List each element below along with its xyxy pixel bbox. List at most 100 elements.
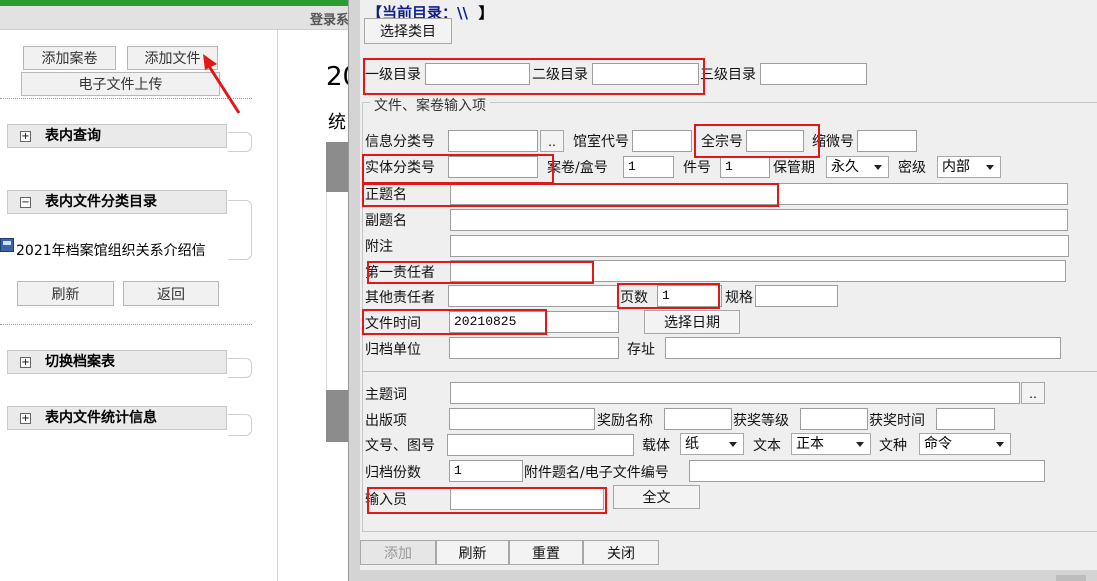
carrier-label: 载体 <box>642 438 670 454</box>
section-frame <box>228 358 252 378</box>
archive-unit-input[interactable] <box>449 337 619 359</box>
text-version-select[interactable]: 正本 <box>791 433 871 455</box>
chevron-down-icon <box>996 442 1004 447</box>
section-query[interactable]: + 表内查询 <box>7 124 227 148</box>
award-time-label: 获奖时间 <box>869 413 925 429</box>
level3-input[interactable] <box>760 63 867 85</box>
login-info-text: 登录系 <box>310 13 350 28</box>
divider <box>362 371 1097 372</box>
dialog-refresh-button[interactable]: 刷新 <box>436 540 509 565</box>
keywords-input[interactable] <box>450 382 1020 404</box>
refresh-button[interactable]: 刷新 <box>17 281 114 306</box>
room-code-label: 馆室代号 <box>573 134 629 150</box>
entity-class-label: 实体分类号 <box>365 160 435 176</box>
room-code-input[interactable] <box>632 130 692 152</box>
item-no-input[interactable]: 1 <box>720 156 770 178</box>
divider <box>0 98 252 99</box>
folder-icon <box>0 238 14 252</box>
fulltext-button[interactable]: 全文 <box>613 485 700 509</box>
location-input[interactable] <box>665 337 1061 359</box>
secret-level-select[interactable]: 内部 <box>937 156 1001 178</box>
level2-input[interactable] <box>592 63 699 85</box>
text-version-label: 文本 <box>753 438 781 454</box>
section-category[interactable]: − 表内文件分类目录 <box>7 190 227 214</box>
content-subheading: 统 <box>328 112 346 133</box>
award-name-label: 奖励名称 <box>597 413 653 429</box>
subtitle-input[interactable] <box>450 209 1068 231</box>
copies-input[interactable]: 1 <box>449 460 523 482</box>
award-level-label: 获奖等级 <box>733 413 789 429</box>
section-frame <box>228 200 252 260</box>
reset-button[interactable]: 重置 <box>509 540 583 565</box>
spec-input[interactable] <box>755 285 838 307</box>
section-switch-label: 切换档案表 <box>45 354 115 370</box>
upload-electronic-file-button[interactable]: 电子文件上传 <box>21 72 220 96</box>
carrier-select[interactable]: 纸 <box>680 433 744 455</box>
back-button[interactable]: 返回 <box>123 281 219 306</box>
fieldset-legend: 文件、案卷输入项 <box>370 95 490 115</box>
red-arrow-icon <box>203 54 241 114</box>
title-input[interactable] <box>450 183 1068 205</box>
microfilm-label: 缩微号 <box>812 134 854 150</box>
award-time-input[interactable] <box>936 408 995 430</box>
attachment-label: 附件题名/电子文件编号 <box>524 465 669 481</box>
title-label: 正题名 <box>365 187 407 203</box>
text-version-value: 正本 <box>796 436 824 452</box>
doc-type-value: 命令 <box>924 436 952 452</box>
pages-label: 页数 <box>620 290 648 306</box>
doc-number-label: 文号、图号 <box>365 438 435 454</box>
microfilm-input[interactable] <box>857 130 917 152</box>
keywords-label: 主题词 <box>365 387 407 403</box>
close-button[interactable]: 关闭 <box>583 540 659 565</box>
tree-item-link[interactable]: 2021年档案馆组织关系介绍信 <box>16 240 206 260</box>
carrier-value: 纸 <box>685 436 699 452</box>
chevron-down-icon <box>856 442 864 447</box>
subtitle-label: 副题名 <box>365 213 407 229</box>
expand-icon[interactable]: + <box>20 130 31 142</box>
section-query-label: 表内查询 <box>45 128 101 144</box>
note-input[interactable] <box>450 235 1069 257</box>
other-responsible-input[interactable] <box>448 285 618 307</box>
expand-icon[interactable]: + <box>20 356 31 368</box>
keywords-picker-button[interactable]: .. <box>1021 382 1045 404</box>
publish-input[interactable] <box>449 408 595 430</box>
info-class-label: 信息分类号 <box>365 134 435 150</box>
attachment-input[interactable] <box>689 460 1045 482</box>
pages-input[interactable]: 1 <box>657 285 722 307</box>
choose-date-button[interactable]: 选择日期 <box>644 310 740 334</box>
award-level-input[interactable] <box>800 408 868 430</box>
retention-select[interactable]: 永久 <box>826 156 889 178</box>
divider <box>0 324 252 325</box>
table-header-cell <box>326 142 348 192</box>
file-date-input[interactable]: 20210825 <box>449 311 619 333</box>
collapse-icon[interactable]: − <box>20 196 31 208</box>
fonds-input[interactable] <box>746 130 804 152</box>
doc-number-input[interactable] <box>447 434 634 456</box>
entity-class-input[interactable] <box>448 156 538 178</box>
award-name-input[interactable] <box>664 408 732 430</box>
info-class-picker-button[interactable]: .. <box>540 130 564 152</box>
add-volume-button[interactable]: 添加案卷 <box>23 46 116 70</box>
section-frame <box>228 132 252 152</box>
section-stats[interactable]: + 表内文件统计信息 <box>7 406 227 430</box>
level1-input[interactable] <box>425 63 530 85</box>
info-class-input[interactable] <box>448 130 538 152</box>
choose-category-button[interactable]: 选择类目 <box>364 18 452 44</box>
file-date-label: 文件时间 <box>365 316 421 332</box>
add-button[interactable]: 添加 <box>360 540 436 565</box>
expand-icon[interactable]: + <box>20 412 31 424</box>
volume-label: 案卷/盒号 <box>547 160 608 176</box>
secret-level-value: 内部 <box>942 159 970 175</box>
fonds-label: 全宗号 <box>701 134 743 150</box>
scrollbar[interactable] <box>1056 575 1086 581</box>
volume-input[interactable]: 1 <box>623 156 674 178</box>
doc-type-label: 文种 <box>879 438 907 454</box>
level3-label: 三级目录 <box>700 67 756 83</box>
doc-type-select[interactable]: 命令 <box>919 433 1011 455</box>
operator-input[interactable] <box>450 488 604 510</box>
other-responsible-label: 其他责任者 <box>365 290 435 306</box>
first-responsible-input[interactable] <box>450 260 1066 282</box>
section-switch-table[interactable]: + 切换档案表 <box>7 350 227 374</box>
retention-label: 保管期 <box>773 160 815 176</box>
chevron-down-icon <box>986 165 994 170</box>
